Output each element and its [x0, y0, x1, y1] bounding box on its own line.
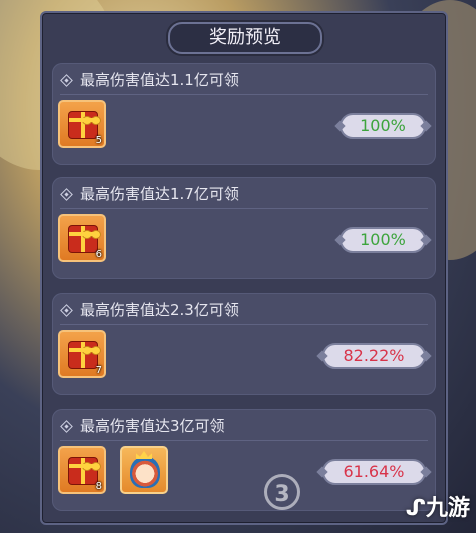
panel-title: 奖励预览 — [168, 22, 322, 54]
reward-preview-panel: 奖励预览 最高伤害值达1.1亿可领 5 100% 最高伤害值达1.7亿可领 6 … — [40, 11, 448, 525]
progress-badge: 100% — [340, 113, 426, 139]
progress-badge: 61.64% — [322, 459, 426, 485]
ninegame-logo-icon: ᔑ — [405, 496, 426, 521]
item-count: 8 — [95, 481, 102, 492]
tier-label: 最高伤害值达3亿可领 — [80, 417, 225, 435]
reward-item-gift[interactable]: 5 — [58, 100, 106, 148]
tier-header: 最高伤害值达1.1亿可领 — [60, 69, 239, 91]
item-count: 6 — [95, 249, 102, 260]
gift-box-icon — [69, 112, 101, 138]
tier-header: 最高伤害值达3亿可领 — [60, 415, 225, 437]
progress-badge: 100% — [340, 227, 426, 253]
watermark-logo-text: 九游 — [425, 496, 470, 521]
item-count: 5 — [95, 135, 102, 146]
reward-tier-card: 最高伤害值达2.3亿可领 7 82.22% — [52, 293, 436, 395]
tier-header: 最高伤害值达2.3亿可领 — [60, 299, 239, 321]
diamond-bullet-icon — [60, 419, 73, 433]
gift-box-icon — [69, 458, 101, 484]
watermark-badge: 3 — [264, 474, 300, 510]
divider — [60, 324, 428, 325]
progress-badge: 82.22% — [322, 343, 426, 369]
gift-box-icon — [69, 226, 101, 252]
reward-tier-card: 最高伤害值达1.7亿可领 6 100% — [52, 177, 436, 279]
divider — [60, 208, 428, 209]
reward-tier-card: 最高伤害值达1.1亿可领 5 100% — [52, 63, 436, 165]
gift-box-icon — [69, 342, 101, 368]
tier-label: 最高伤害值达2.3亿可领 — [80, 301, 239, 319]
tier-label: 最高伤害值达1.7亿可领 — [80, 185, 239, 203]
hero-portrait-icon — [130, 456, 160, 488]
tier-header: 最高伤害值达1.7亿可领 — [60, 183, 239, 205]
reward-item-hero[interactable] — [120, 446, 168, 494]
diamond-bullet-icon — [60, 73, 73, 87]
reward-item-gift[interactable]: 7 — [58, 330, 106, 378]
reward-tier-card: 最高伤害值达3亿可领 8 61.64% — [52, 409, 436, 511]
watermark-logo: ᔑ九游 — [406, 490, 470, 522]
divider — [60, 440, 428, 441]
divider — [60, 94, 428, 95]
crown-icon — [136, 451, 152, 459]
reward-item-gift[interactable]: 6 — [58, 214, 106, 262]
tier-label: 最高伤害值达1.1亿可领 — [80, 71, 239, 89]
diamond-bullet-icon — [60, 187, 73, 201]
diamond-bullet-icon — [60, 303, 73, 317]
reward-item-gift[interactable]: 8 — [58, 446, 106, 494]
item-count: 7 — [95, 365, 102, 376]
